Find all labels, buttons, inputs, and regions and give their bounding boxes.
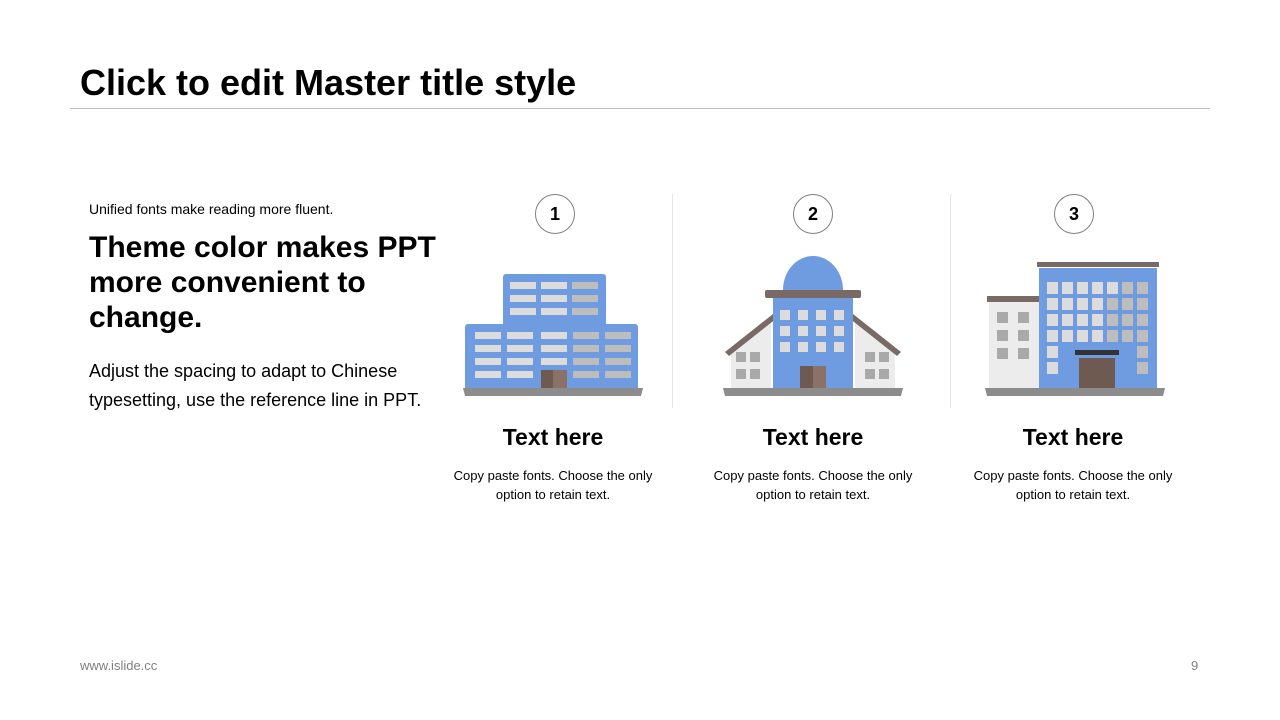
column-title: Text here (502, 424, 604, 450)
column-divider (672, 194, 673, 408)
step-number-circle: 3 (1054, 194, 1094, 234)
column-title: Text here (762, 424, 864, 450)
slide-title: Click to edit Master title style (80, 62, 577, 103)
tower-building-icon (985, 262, 1165, 396)
page-number: 9 (1191, 658, 1199, 673)
column-description: Copy paste fonts. Choose the only option… (713, 468, 913, 502)
step-number: 1 (549, 203, 560, 224)
column-title: Text here (1022, 424, 1124, 450)
left-text-block: Unified fonts make reading more fluent. … (89, 200, 449, 415)
column-description: Copy paste fonts. Choose the only option… (453, 468, 653, 502)
title-rule (70, 108, 1210, 109)
footer-url[interactable]: www.islide.cc (80, 658, 157, 673)
column-divider (950, 194, 951, 408)
step-number-circle: 2 (793, 194, 833, 234)
office-building-icon (463, 274, 643, 396)
step-number: 3 (1068, 203, 1079, 224)
headline-text: Theme color makes PPT more convenient to… (89, 231, 436, 334)
domed-building-icon (723, 256, 903, 396)
body-text: Adjust the spacing to adapt to Chinese t… (89, 361, 422, 410)
intro-small-text: Unified fonts make reading more fluent. (89, 201, 334, 217)
step-number-circle: 1 (535, 194, 575, 234)
column-description: Copy paste fonts. Choose the only option… (973, 468, 1173, 502)
step-number: 2 (807, 203, 818, 224)
